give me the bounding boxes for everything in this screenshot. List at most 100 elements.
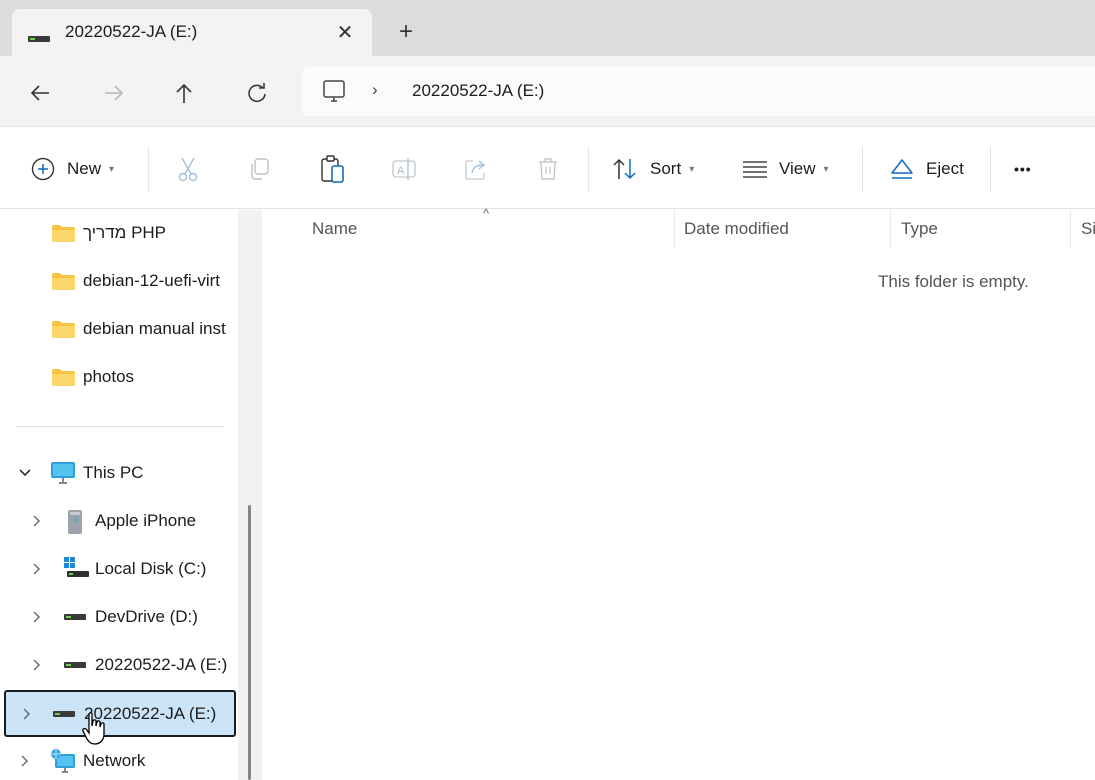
share-icon bbox=[465, 160, 486, 180]
new-icon bbox=[31, 157, 55, 181]
chevron-right-icon[interactable] bbox=[17, 751, 33, 771]
delete-icon bbox=[539, 158, 557, 180]
phone-icon bbox=[68, 510, 82, 534]
hand-cursor-icon bbox=[82, 712, 105, 745]
sidebar-item-label: Network bbox=[83, 751, 146, 770]
sidebar-item-apple-iphone[interactable]: Apple iPhone bbox=[0, 499, 238, 543]
chevron-right-icon[interactable] bbox=[29, 559, 45, 579]
view-icon bbox=[743, 161, 767, 178]
tab-title: 20220522-JA (E:) bbox=[65, 22, 198, 41]
drive-icon bbox=[64, 662, 86, 668]
chevron-down-icon: ▾ bbox=[823, 163, 829, 175]
rename-icon: A bbox=[392, 158, 416, 180]
command-bar: New ▾ A Sort ▾ View ▾ Eject ••• bbox=[0, 128, 1095, 209]
tab-active[interactable]: 20220522-JA (E:) ✕ bbox=[12, 9, 372, 57]
sidebar-item-label: Local Disk (C:) bbox=[95, 559, 207, 578]
sidebar-item-folder[interactable]: debian-12-uefi-virt bbox=[0, 259, 238, 303]
up-arrow-icon bbox=[176, 83, 192, 103]
delete-button[interactable] bbox=[532, 152, 564, 186]
windows-drive-icon bbox=[64, 557, 89, 577]
sidebar-divider bbox=[16, 426, 224, 427]
breadcrumb-drive[interactable]: 20220522-JA (E:) bbox=[412, 81, 544, 101]
close-tab-button[interactable]: ✕ bbox=[330, 17, 360, 47]
more-options-button[interactable]: ••• bbox=[1014, 150, 1032, 188]
drive-icon bbox=[53, 711, 75, 717]
view-button[interactable]: View ▾ bbox=[743, 150, 829, 188]
sort-button[interactable]: Sort ▾ bbox=[612, 150, 694, 188]
sidebar-item-folder[interactable]: photos bbox=[0, 355, 238, 399]
sidebar-item-label: מדריך PHP bbox=[83, 223, 167, 242]
sidebar-item-local-disk-c[interactable]: Local Disk (C:) bbox=[0, 547, 238, 591]
sidebar-item-devdrive-d[interactable]: DevDrive (D:) bbox=[0, 595, 238, 639]
navigation-bar: › 20220522-JA (E:) bbox=[0, 56, 1095, 127]
toolbar-divider bbox=[990, 146, 991, 192]
sort-label: Sort bbox=[650, 159, 682, 178]
toolbar-divider bbox=[862, 146, 863, 192]
sidebar-item-network[interactable]: Network bbox=[0, 739, 238, 780]
drive-icon bbox=[28, 30, 50, 48]
column-header-type[interactable]: Type bbox=[901, 219, 938, 239]
svg-text:A: A bbox=[397, 165, 405, 177]
new-tab-button[interactable]: + bbox=[392, 17, 420, 47]
title-bar: 20220522-JA (E:) ✕ + bbox=[0, 0, 1095, 57]
folder-icon bbox=[52, 369, 75, 386]
paste-icon bbox=[321, 155, 344, 183]
new-button[interactable]: New ▾ bbox=[31, 150, 114, 188]
folder-icon bbox=[52, 273, 75, 290]
breadcrumb-separator[interactable]: › bbox=[372, 80, 378, 100]
sidebar-item-label: photos bbox=[83, 367, 135, 386]
eject-label: Eject bbox=[926, 159, 964, 178]
sidebar-item-this-pc[interactable]: This PC bbox=[0, 451, 238, 495]
sort-icon bbox=[613, 158, 636, 180]
sidebar-item-drive-e[interactable]: 20220522-JA (E:) bbox=[0, 643, 238, 687]
chevron-right-icon[interactable] bbox=[29, 607, 45, 627]
back-arrow-icon bbox=[30, 85, 49, 101]
toolbar-divider bbox=[148, 146, 149, 192]
column-header-name[interactable]: Name bbox=[312, 219, 357, 239]
chevron-right-icon[interactable] bbox=[19, 704, 35, 724]
drive-icon bbox=[64, 614, 86, 620]
sidebar-item-label: Apple iPhone bbox=[95, 511, 197, 530]
sort-ascending-icon: ^ bbox=[483, 206, 490, 221]
address-bar[interactable]: › 20220522-JA (E:) bbox=[302, 67, 1095, 116]
more-icon: ••• bbox=[1014, 161, 1032, 177]
sidebar-item-label: This PC bbox=[83, 463, 144, 482]
empty-folder-message: This folder is empty. bbox=[878, 272, 1029, 291]
eject-button[interactable]: Eject bbox=[890, 150, 964, 188]
column-divider[interactable] bbox=[674, 210, 675, 248]
forward-button[interactable] bbox=[97, 76, 131, 110]
toolbar-divider bbox=[588, 146, 589, 192]
sidebar-item-drive-e-selected[interactable]: 20220522-JA (E:) bbox=[4, 690, 236, 737]
copy-icon bbox=[251, 158, 269, 180]
rename-button[interactable]: A bbox=[388, 152, 420, 186]
paste-button[interactable] bbox=[316, 152, 348, 186]
network-icon bbox=[51, 749, 75, 773]
sidebar-item-label: debian-12-uefi-virt bbox=[83, 271, 221, 290]
sidebar-item-folder[interactable]: debian manual inst bbox=[0, 307, 238, 351]
refresh-icon bbox=[248, 83, 266, 103]
up-button[interactable] bbox=[167, 76, 201, 110]
sidebar-item-label: debian manual inst bbox=[83, 319, 226, 338]
share-button[interactable] bbox=[460, 152, 492, 186]
column-header-size[interactable]: Si bbox=[1081, 219, 1095, 239]
refresh-button[interactable] bbox=[240, 76, 274, 110]
view-label: View bbox=[779, 159, 816, 178]
copy-button[interactable] bbox=[243, 152, 275, 186]
column-header-date-modified[interactable]: Date modified bbox=[684, 219, 789, 239]
column-divider[interactable] bbox=[890, 210, 891, 248]
navigation-pane: מדריך PHP debian-12-uefi-virt debian man… bbox=[0, 210, 238, 780]
cut-button[interactable] bbox=[172, 152, 204, 186]
file-list: ^ Name Date modified Type Si This folder… bbox=[262, 206, 1095, 780]
this-pc-icon bbox=[51, 462, 75, 484]
chevron-right-icon[interactable] bbox=[29, 511, 45, 531]
sidebar-scrollbar-thumb[interactable] bbox=[248, 505, 251, 780]
forward-arrow-icon bbox=[105, 85, 124, 101]
eject-icon bbox=[891, 159, 913, 179]
sidebar-item-folder[interactable]: מדריך PHP bbox=[0, 211, 238, 255]
chevron-right-icon[interactable] bbox=[29, 655, 45, 675]
chevron-down-icon[interactable] bbox=[17, 463, 33, 483]
sidebar-item-label: DevDrive (D:) bbox=[95, 607, 198, 626]
folder-icon bbox=[52, 321, 75, 338]
back-button[interactable] bbox=[23, 76, 57, 110]
column-divider[interactable] bbox=[1070, 210, 1071, 248]
